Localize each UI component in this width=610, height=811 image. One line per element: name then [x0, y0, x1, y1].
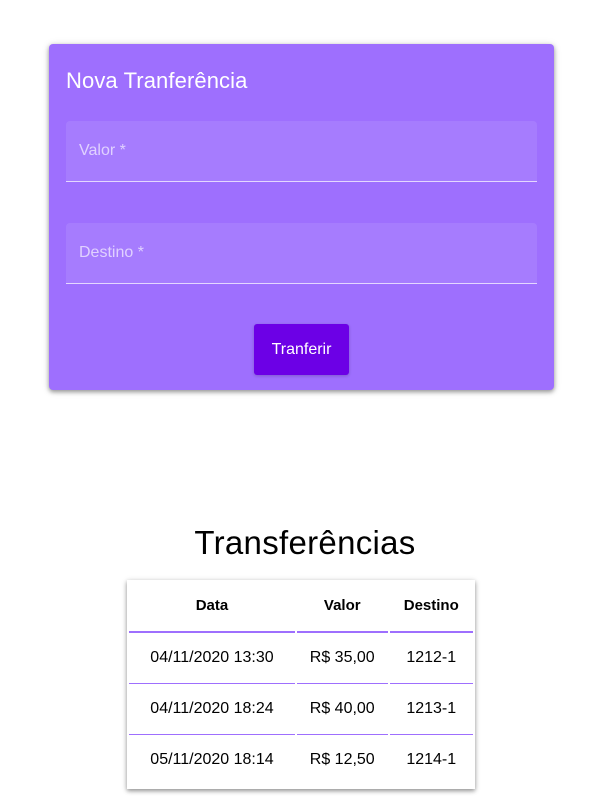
destino-field[interactable] — [66, 223, 537, 284]
cell-data: 05/11/2020 18:14 — [150, 751, 274, 768]
valor-input[interactable] — [66, 121, 537, 181]
header-data: Data — [129, 580, 295, 633]
table-row: 05/11/2020 18:14 R$ 12,50 1214-1 — [129, 735, 473, 785]
cell-destino: 1214-1 — [406, 751, 457, 768]
new-transfer-card: Nova Tranferência Tranferir — [49, 44, 554, 390]
table-row: 04/11/2020 18:24 R$ 40,00 1213-1 — [129, 684, 473, 735]
cell-destino: 1213-1 — [389, 684, 473, 735]
table-header-row: Data Valor Destino — [129, 580, 473, 633]
transfers-table: Data Valor Destino 04/11/2020 13:30 R$ 3… — [127, 580, 475, 789]
transfers-title: Transferências — [194, 524, 416, 561]
cell-destino: 1212-1 — [389, 633, 473, 684]
cell-valor: R$ 40,00 — [296, 684, 388, 735]
cell-data: 04/11/2020 13:30 — [129, 633, 295, 684]
header-destino: Destino — [389, 580, 473, 633]
destino-input[interactable] — [66, 223, 537, 283]
table-row: 04/11/2020 13:30 R$ 35,00 1212-1 — [129, 633, 473, 684]
header-valor: Valor — [296, 580, 388, 633]
cell-data: 04/11/2020 18:24 — [129, 684, 295, 735]
transfer-button[interactable]: Tranferir — [254, 324, 349, 375]
valor-field[interactable] — [66, 121, 537, 182]
card-title: Nova Tranferência — [66, 68, 248, 93]
cell-valor: R$ 35,00 — [296, 633, 388, 684]
cell-valor: R$ 12,50 — [309, 751, 375, 768]
